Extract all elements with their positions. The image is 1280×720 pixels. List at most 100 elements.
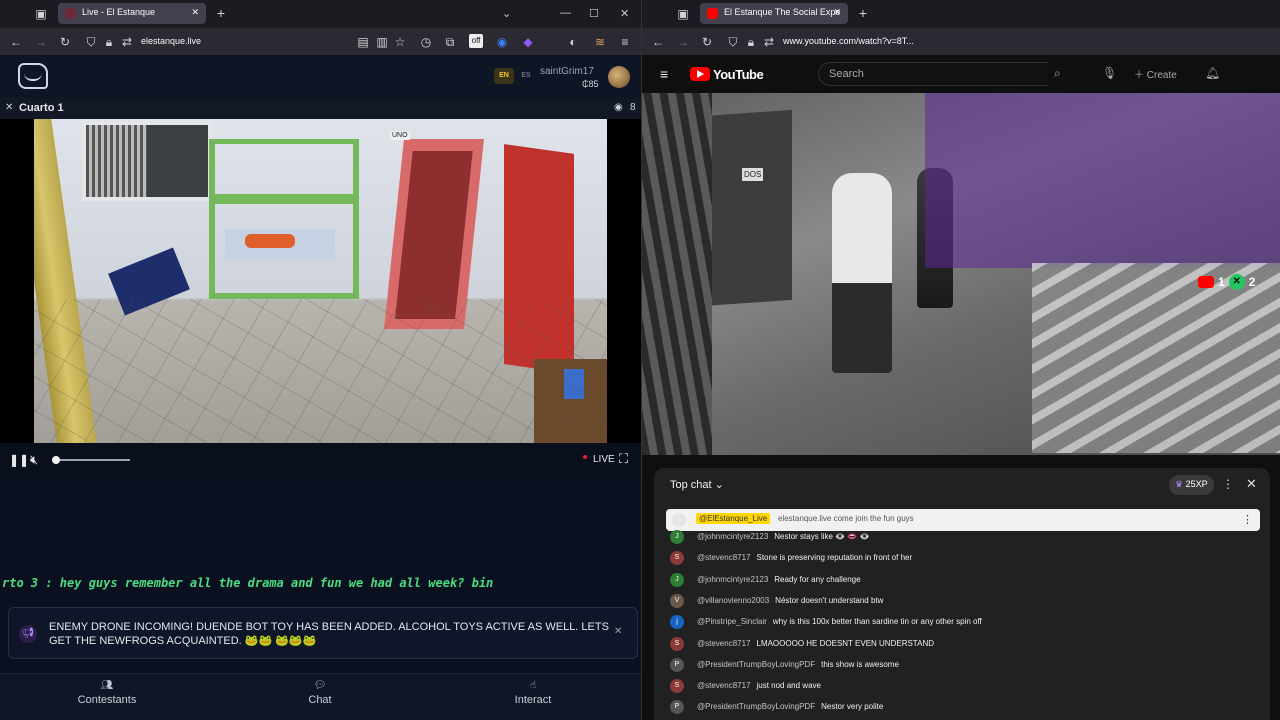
menu-icon[interactable]: ≡ [618,35,632,49]
close-tab-icon[interactable]: ✕ [833,7,841,18]
frog-logo-icon[interactable] [18,63,48,89]
forward-icon[interactable]: → [34,35,48,49]
extension-blue-icon[interactable]: ◉ [495,35,509,49]
chat-avatar[interactable]: P [670,700,684,715]
tab-overflow-chevron-icon[interactable]: ⌄ [502,7,511,20]
chat-message[interactable]: V @villanovienno2003 Néstor doesn't unders… [666,592,1256,610]
shield-icon[interactable]: ⛉ [84,35,98,49]
close-tab-icon[interactable]: ✕ [191,7,199,18]
youtube-brand[interactable]: YouTube [713,67,764,82]
chat-avatar[interactable]: S [670,636,684,651]
fullscreen-icon[interactable]: ⛶ [619,451,628,467]
username-label[interactable]: saintGrim17 [540,66,594,77]
reader-icon[interactable]: ▤ [356,35,370,49]
chat-message[interactable]: J @johnmcintyre2123 Nestor stays like 👁️ 👄… [666,528,1256,546]
chat-author[interactable]: @stevenc8717 [697,553,751,562]
create-button[interactable]: ＋ Create [1134,66,1177,81]
eye-icon: ◉ [614,102,623,113]
room-video-player[interactable]: UNO [0,119,641,443]
extension-orange-icon[interactable]: ≋ [593,35,607,49]
close-announcement-icon[interactable]: ✕ [614,626,622,637]
nav-chat-label: Chat [308,694,332,706]
youtube-logo-icon[interactable] [690,67,710,81]
reload-icon[interactable]: ↻ [58,35,72,49]
chat-avatar[interactable]: j [670,615,684,630]
chat-message[interactable]: S @stevenc8717 LMAOOOOO HE DOESNT EVEN UND… [666,635,1256,653]
search-input[interactable]: Search [818,62,1048,86]
chat-message[interactable]: S @stevenc8717 just nod and wave [666,677,1256,695]
left-active-tab[interactable]: Live - El Estanque ✕ [58,3,206,24]
tab-list-icon[interactable]: ▣ [676,7,690,21]
volume-slider[interactable] [52,456,130,464]
lang-es-button[interactable]: ES [516,68,536,84]
maximize-icon[interactable]: ☐ [589,7,599,20]
minimize-icon[interactable]: — [560,7,571,19]
new-tab-icon[interactable]: + [214,6,228,20]
bell-icon[interactable]: 🔔︎ [1205,66,1220,80]
volume-knob[interactable] [52,456,60,464]
chat-author[interactable]: @johnmcintyre2123 [697,575,768,584]
lang-en-button[interactable]: EN [494,68,514,84]
x-viewer-count: 2 [1248,275,1256,289]
chat-message[interactable]: S @stevenc8717 Stone is preserving reputat… [666,549,1256,567]
chat-avatar[interactable]: S [670,551,684,566]
pause-icon[interactable]: ❚❚ [9,453,29,467]
reload-icon[interactable]: ↻ [700,35,714,49]
history-icon[interactable]: ◷ [419,35,433,49]
extension-purple-icon[interactable]: ◆ [521,35,535,49]
pinned-more-icon[interactable]: ⋮ [1242,513,1253,526]
pointer-icon: ☝︎ [529,680,537,691]
chat-message[interactable]: j @Pinstripe_Sinclair why is this 100x bet… [666,613,1256,631]
chat-author[interactable]: @Pinstripe_Sinclair [697,617,767,626]
hamburger-menu-icon[interactable]: ≡ [660,66,668,82]
back-icon[interactable]: ← [9,35,23,49]
chat-avatar[interactable]: V [670,593,684,608]
avatar[interactable] [608,66,630,88]
shield-icon[interactable]: ⛉ [726,35,740,49]
site-info-icon[interactable]: ⇄ [120,35,134,49]
new-tab-icon[interactable]: + [856,6,870,20]
right-active-tab[interactable]: El Estanque The Social Expe ✕ [700,3,848,24]
bookmark-star-icon[interactable]: ☆ [393,35,407,49]
chat-author[interactable]: @johnmcintyre2123 [697,532,768,541]
xp-badge[interactable]: ♛ 25XP [1169,475,1214,495]
chat-message[interactable]: J @johnmcintyre2123 Ready for any challeng… [666,571,1256,589]
chat-message[interactable]: P @PresidentTrumpBoyLovingPDF this show is… [666,656,1256,674]
close-chat-icon[interactable]: ✕ [1246,476,1257,492]
nav-interact[interactable]: ☝︎ Interact [473,680,593,706]
pinned-author: @ElEstanque_Live [696,513,771,524]
site-info-icon[interactable]: ⇄ [762,35,776,49]
forward-icon[interactable]: → [676,35,690,49]
nav-chat[interactable]: 💬︎ Chat [260,680,380,706]
chat-avatar[interactable]: P [670,657,684,672]
search-icon[interactable]: ⌕ [1054,66,1061,81]
right-url-field[interactable]: www.youtube.com/watch?v=8T... [783,36,973,46]
chat-author[interactable]: @PresidentTrumpBoyLovingPDF [697,660,815,669]
chat-author[interactable]: @villanovienno2003 [697,596,769,605]
chat-author[interactable]: @stevenc8717 [697,639,751,648]
chat-mode-dropdown[interactable]: Top chat ⌄ [670,478,724,491]
microphone-icon[interactable]: 🎙︎ [1102,66,1117,80]
chat-author[interactable]: @PresidentTrumpBoyLovingPDF [697,702,815,711]
chat-message[interactable]: P @PresidentTrumpBoyLovingPDF Nestor very … [666,698,1256,716]
youtube-video-player[interactable]: DOS 1 ✕ 2 [642,93,1280,455]
chat-avatar[interactable]: J [670,530,684,544]
close-room-icon[interactable]: ✕ [5,102,13,113]
close-window-icon[interactable]: ✕ [620,7,629,20]
more-options-icon[interactable]: ⋮ [1222,477,1234,491]
muted-speaker-icon[interactable]: 🔇︎ [30,452,38,468]
extension-off-icon[interactable]: off [469,34,483,48]
back-icon[interactable]: ← [651,35,665,49]
extension-icon[interactable]: ⧉ [443,35,457,49]
chat-avatar[interactable]: J [670,572,684,587]
chat-avatar[interactable]: S [670,679,684,694]
account-icon[interactable]: ◐ [566,35,580,49]
pip-icon[interactable]: ▥ [375,35,389,49]
live-label: LIVE [593,454,615,465]
chat-author[interactable]: @stevenc8717 [697,681,751,690]
left-url-field[interactable]: elestanque.live [141,36,201,46]
nav-contestants[interactable]: 👥︎ Contestants [47,680,167,706]
lock-icon[interactable]: 🔒︎ [102,35,116,49]
lock-icon[interactable]: 🔒︎ [744,35,758,49]
tab-list-icon[interactable]: ▣ [34,7,48,21]
